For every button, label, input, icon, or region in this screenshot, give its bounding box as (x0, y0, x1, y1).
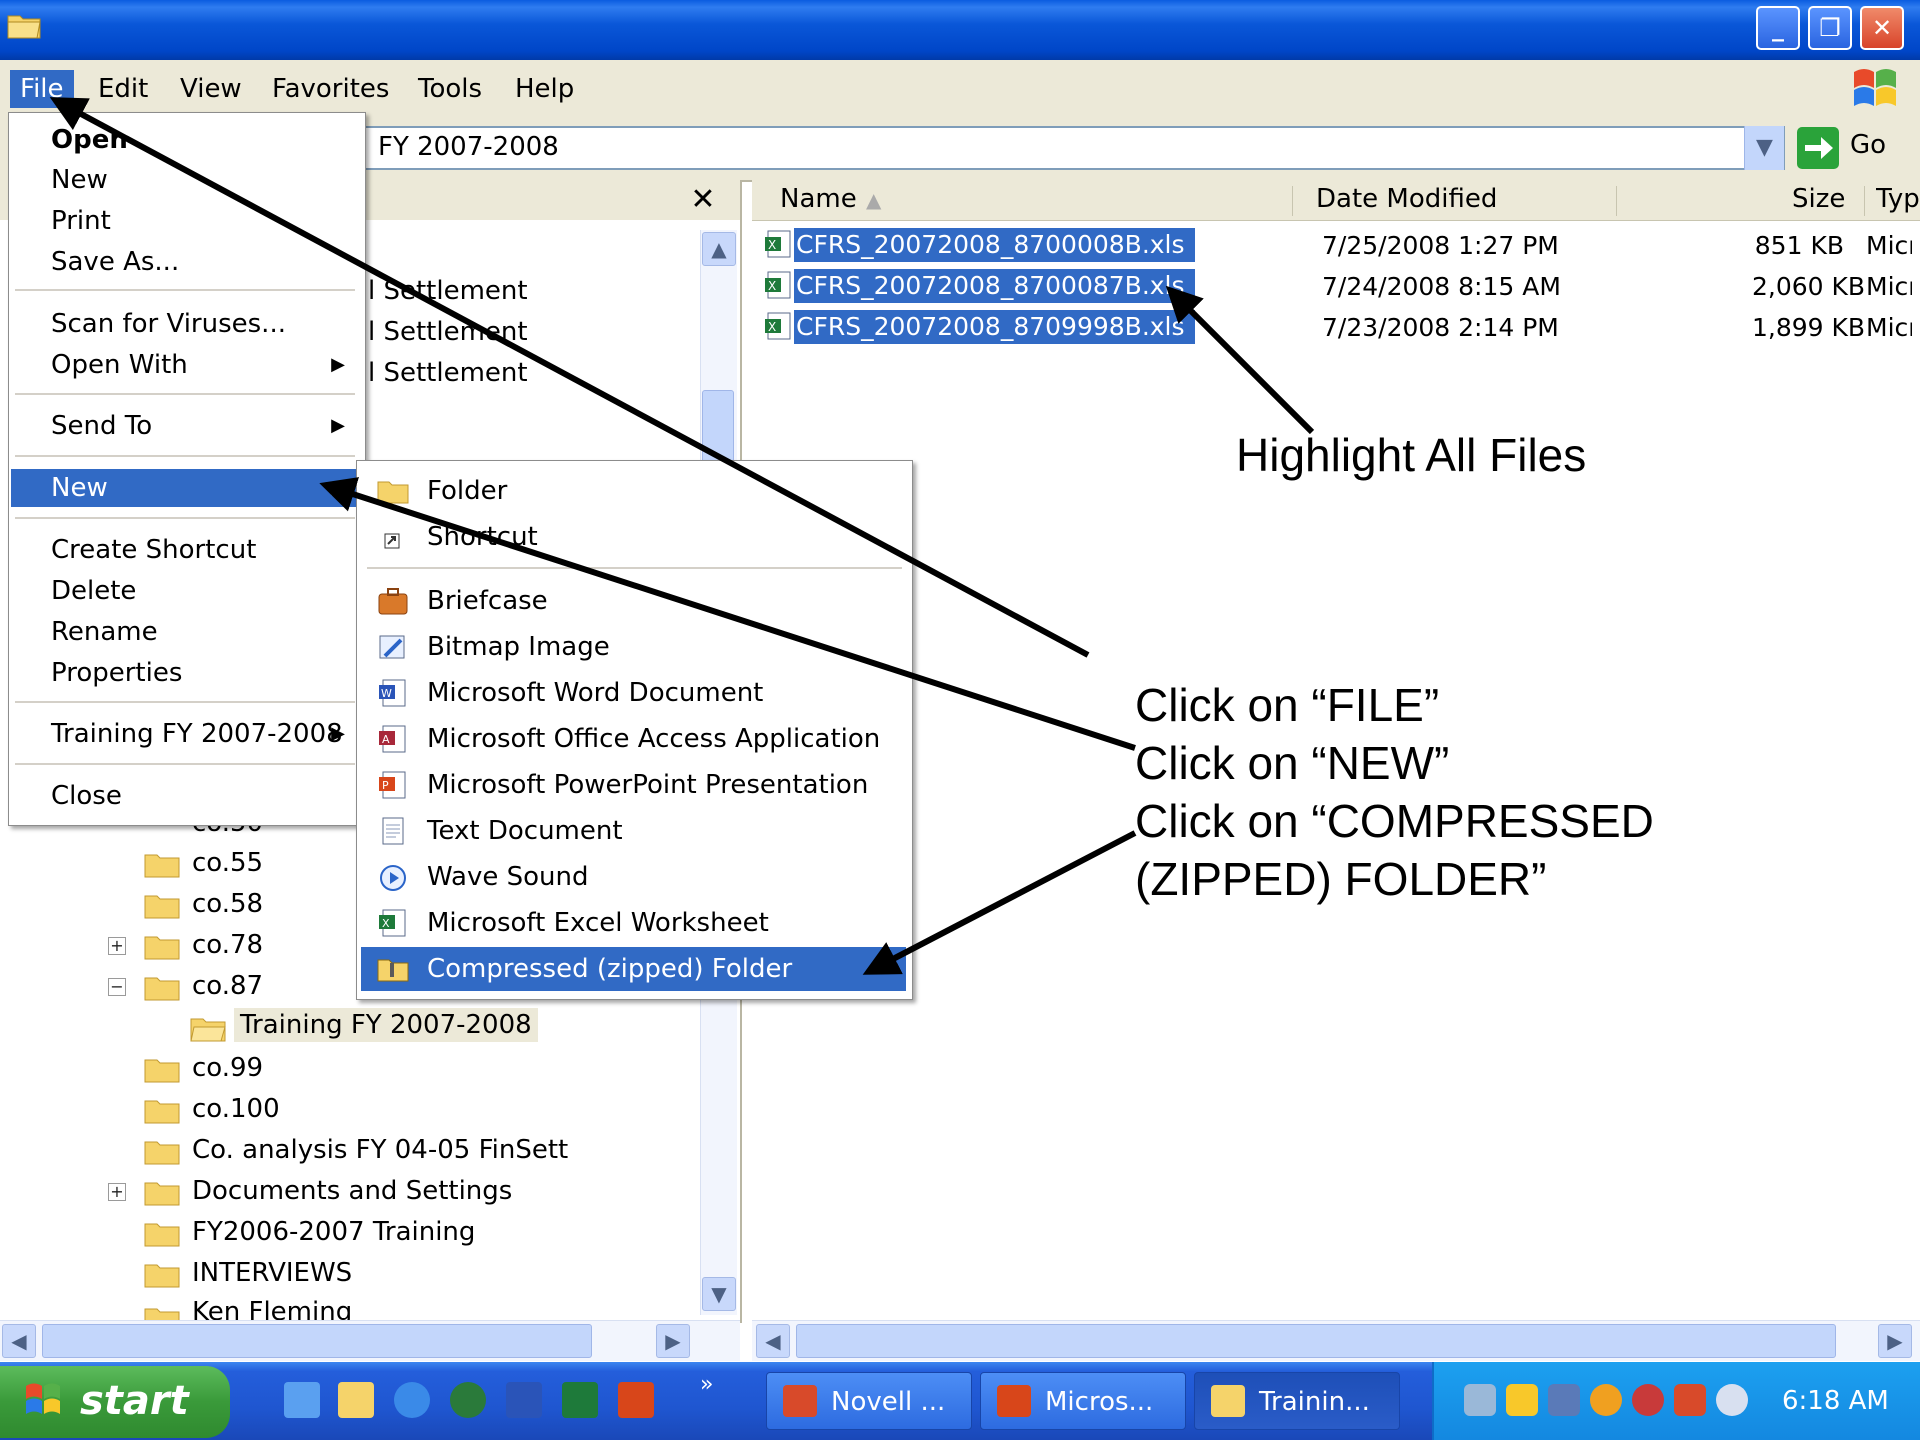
network-icon[interactable] (1464, 1384, 1496, 1416)
task-training[interactable]: Trainin... (1194, 1372, 1400, 1430)
quicklaunch-globe-icon[interactable] (450, 1382, 486, 1418)
windows-flag-icon (24, 1380, 64, 1418)
task-label: Micros... (1045, 1387, 1154, 1417)
quicklaunch-powerpoint-icon[interactable] (618, 1382, 654, 1418)
security-icon[interactable] (1632, 1384, 1664, 1416)
clock[interactable]: 6:18 AM (1782, 1362, 1889, 1440)
novell-icon (783, 1385, 817, 1417)
task-novell[interactable]: Novell ... (766, 1372, 972, 1430)
quicklaunch-settings-icon[interactable] (284, 1382, 320, 1418)
task-label: Novell ... (831, 1387, 946, 1417)
quicklaunch-word-icon[interactable] (506, 1382, 542, 1418)
quicklaunch-excel-icon[interactable] (562, 1382, 598, 1418)
task-label: Trainin... (1259, 1387, 1370, 1417)
connection-icon[interactable] (1674, 1384, 1706, 1416)
powerpoint-icon (997, 1385, 1031, 1417)
volume-icon[interactable] (1716, 1384, 1748, 1416)
arrow-to-file-menu (49, 97, 1090, 658)
folder-icon (1211, 1385, 1245, 1417)
system-tray: 6:18 AM (1432, 1362, 1920, 1440)
computers-icon[interactable] (1548, 1384, 1580, 1416)
arrow-to-files (1165, 285, 1315, 435)
pencil-icon[interactable] (1506, 1384, 1538, 1416)
quicklaunch-explorer-icon[interactable] (338, 1382, 374, 1418)
task-microsoft[interactable]: Micros... (980, 1372, 1186, 1430)
arrow-to-compressed-folder (862, 830, 1137, 975)
chevron-more-icon[interactable]: » (700, 1372, 713, 1397)
taskbar: start » Novell ... Micros... Trainin... … (0, 1362, 1920, 1440)
annotation-arrows (49, 97, 1315, 975)
update-icon[interactable] (1590, 1384, 1622, 1416)
quicklaunch-ie-icon[interactable] (394, 1382, 430, 1418)
